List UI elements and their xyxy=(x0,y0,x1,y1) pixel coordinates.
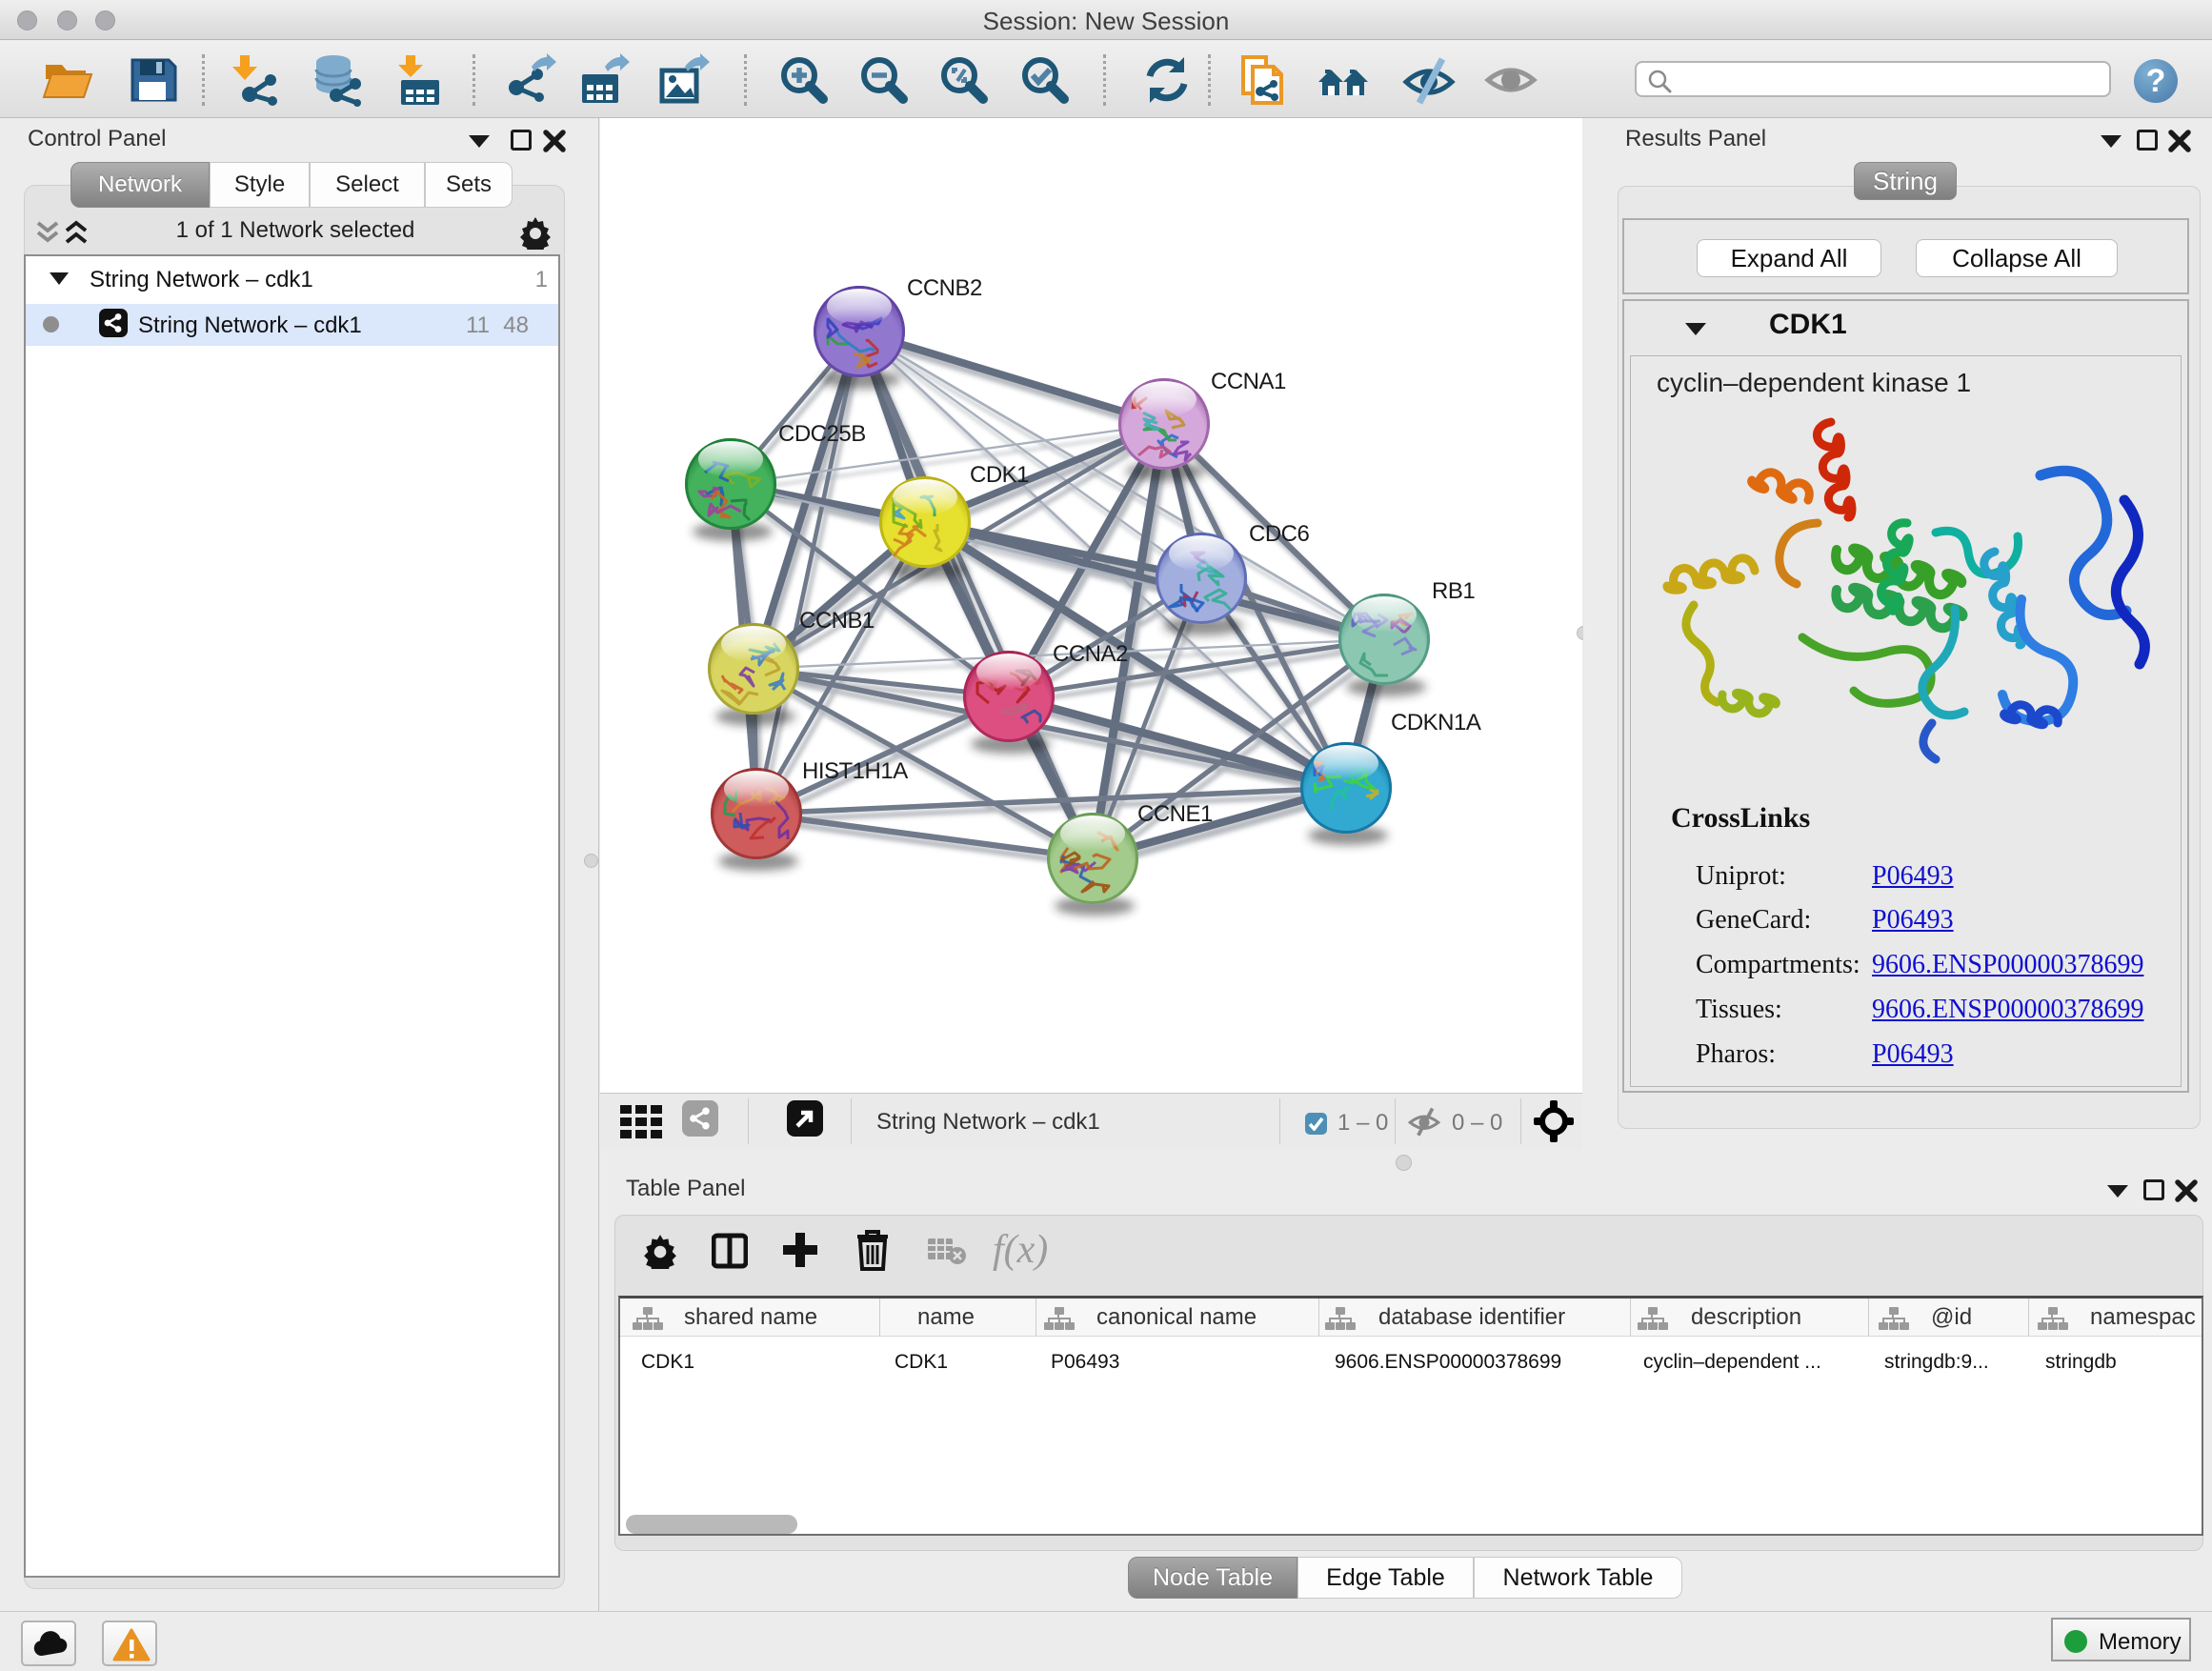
svg-text:CCNA2: CCNA2 xyxy=(1053,641,1128,667)
svg-text:CCNB1: CCNB1 xyxy=(799,608,875,634)
svg-text:HIST1H1A: HIST1H1A xyxy=(802,758,908,784)
svg-text:CDK1: CDK1 xyxy=(970,462,1029,488)
svg-text:CDC6: CDC6 xyxy=(1249,521,1309,547)
svg-text:CCNA1: CCNA1 xyxy=(1211,369,1286,394)
svg-text:CDKN1A: CDKN1A xyxy=(1391,710,1481,735)
svg-text:RB1: RB1 xyxy=(1432,578,1475,604)
svg-text:CDC25B: CDC25B xyxy=(778,421,866,447)
svg-text:CCNE1: CCNE1 xyxy=(1137,801,1213,827)
svg-text:CCNB2: CCNB2 xyxy=(907,275,982,301)
